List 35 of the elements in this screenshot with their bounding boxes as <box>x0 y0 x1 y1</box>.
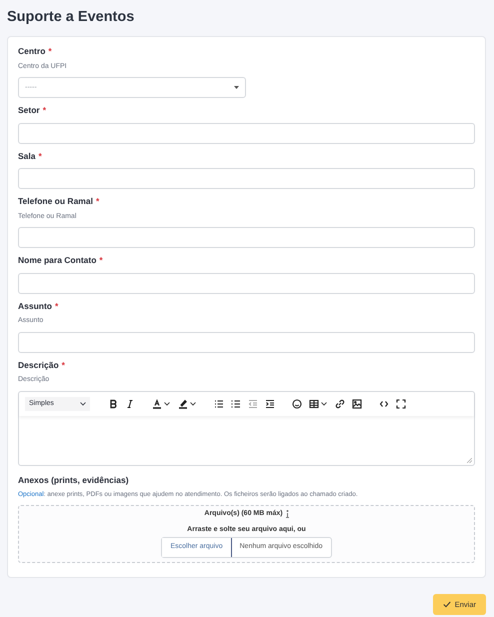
text-input[interactable] <box>18 168 475 190</box>
table-icon <box>309 398 319 409</box>
field-label: Setor * <box>18 104 46 118</box>
text-input[interactable] <box>18 122 475 144</box>
field-label: Centro * <box>18 45 52 58</box>
field-label: Assunto * <box>18 300 58 313</box>
code-icon <box>378 398 388 409</box>
text-input[interactable] <box>18 272 475 294</box>
caret-icon <box>234 86 239 90</box>
image-icon <box>352 398 362 409</box>
check-icon <box>442 601 451 608</box>
text-input[interactable] <box>18 227 475 248</box>
bullet-list-icon <box>214 398 224 409</box>
field-label: Sala * <box>18 150 42 163</box>
field-label: Telefone ou Ramal * <box>18 195 100 208</box>
highlighter-icon <box>178 398 188 409</box>
numbered-list-icon <box>230 398 240 409</box>
emoji-icon <box>292 398 302 409</box>
bold-icon <box>108 398 118 409</box>
caret-icon <box>190 402 196 406</box>
field-label: Nome para Contato * <box>18 254 103 268</box>
link-icon <box>334 398 344 409</box>
fullscreen-icon <box>396 398 406 409</box>
field-label: Descrição * <box>18 358 65 372</box>
resize-handle-icon[interactable] <box>467 458 472 463</box>
page-title: Suporte a Eventos <box>7 9 136 26</box>
outdent-icon <box>248 398 258 409</box>
caret-icon <box>321 402 327 406</box>
caret-icon <box>164 402 170 406</box>
field-label: Anexos (prints, evidências) <box>18 474 129 487</box>
info-icon[interactable] <box>286 510 289 518</box>
text-color-icon <box>152 398 162 409</box>
italic-icon <box>124 398 134 409</box>
indent-icon <box>264 398 274 409</box>
text-input[interactable] <box>18 332 475 353</box>
